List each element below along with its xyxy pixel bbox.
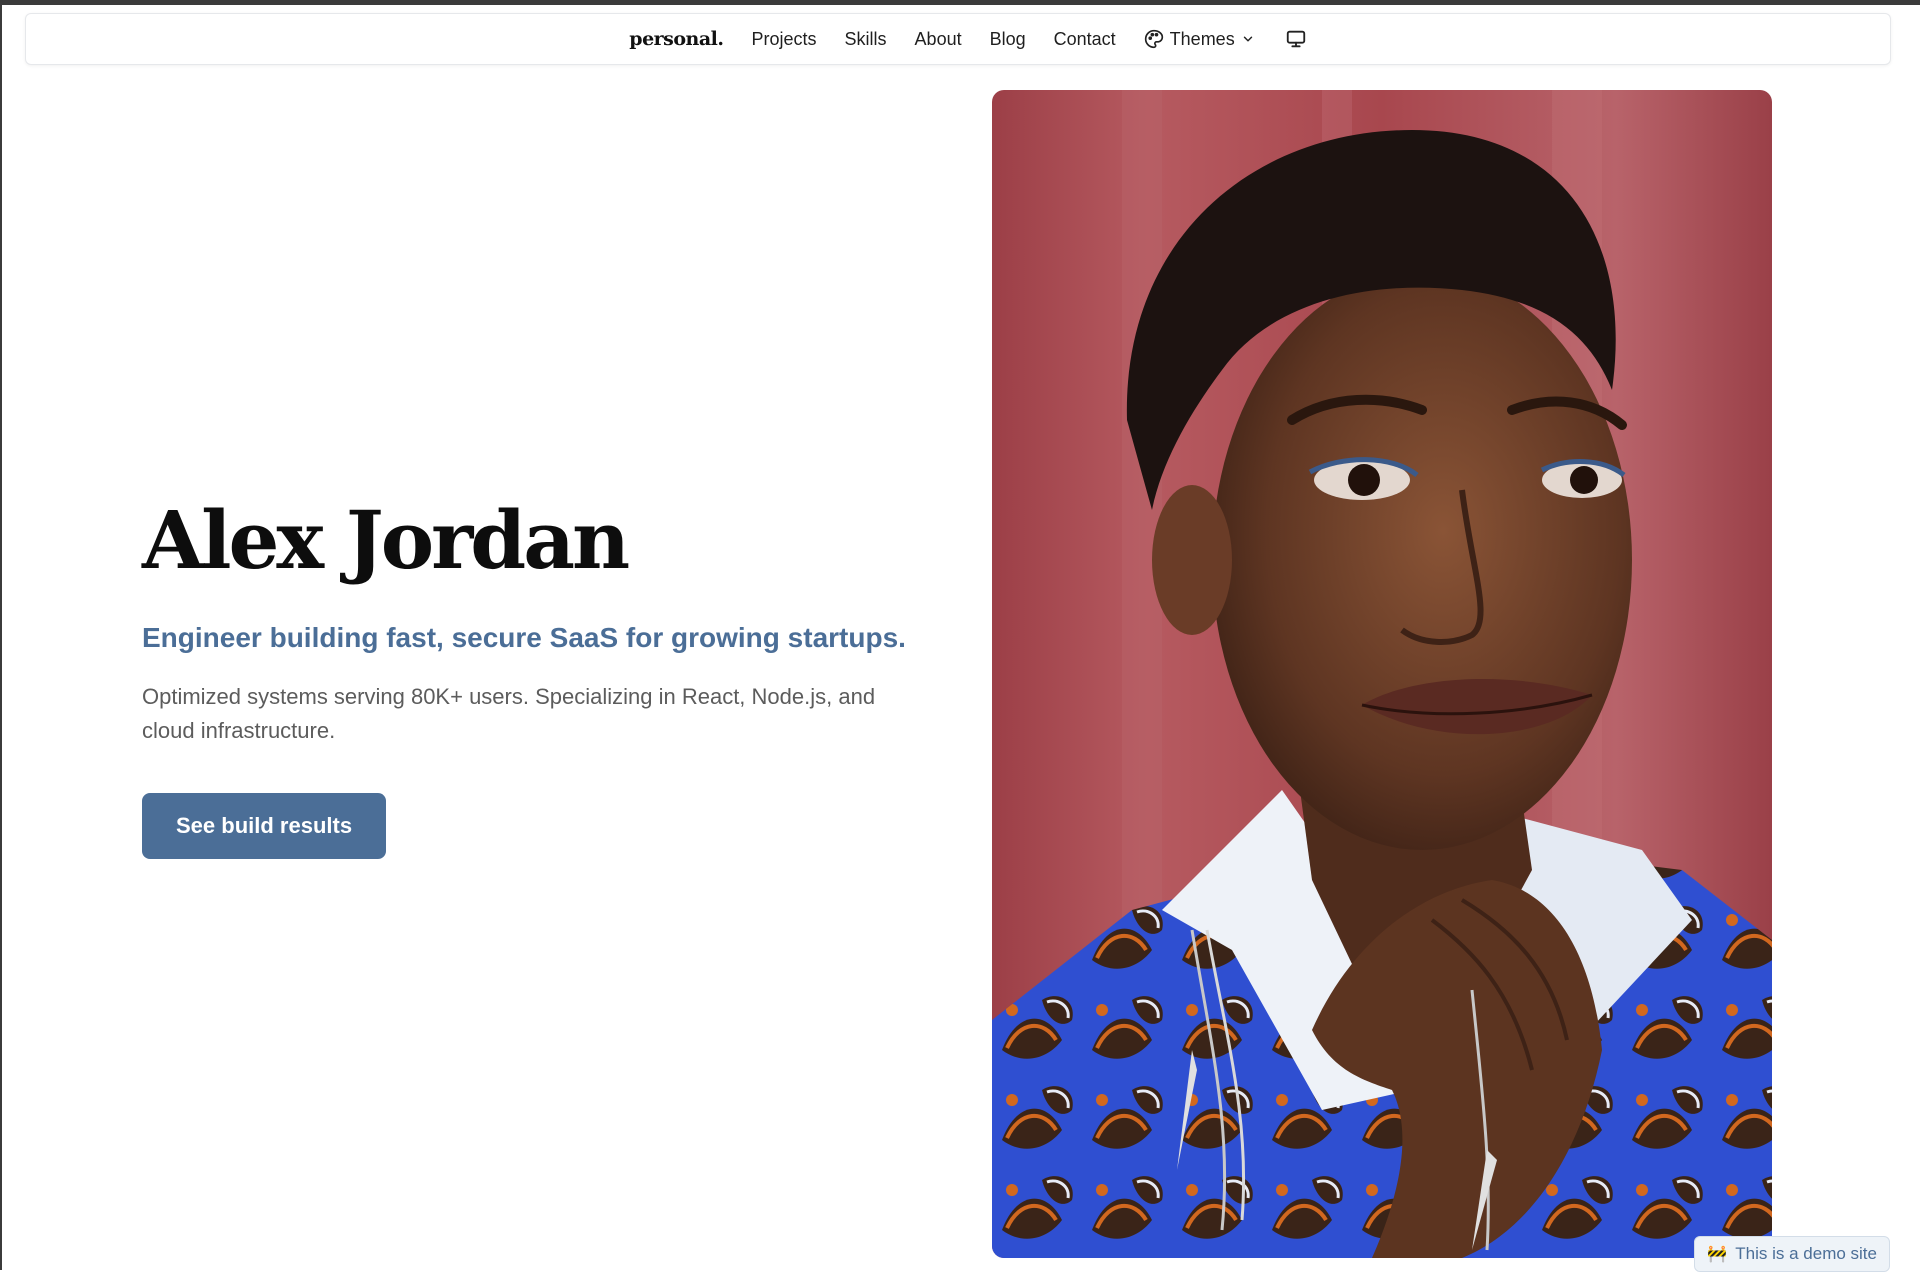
themes-label: Themes	[1169, 28, 1235, 49]
nav-link-contact[interactable]: Contact	[1054, 29, 1116, 50]
chevron-down-icon	[1241, 32, 1255, 46]
hero-section: Alex Jordan Engineer building fast, secu…	[142, 490, 922, 859]
nav-link-skills[interactable]: Skills	[845, 29, 887, 50]
window-left-border	[0, 0, 2, 1270]
demo-site-badge[interactable]: 🚧 This is a demo site	[1694, 1236, 1890, 1272]
hero-description: Optimized systems serving 80K+ users. Sp…	[142, 684, 876, 743]
monitor-icon[interactable]	[1285, 28, 1307, 50]
palette-icon	[1144, 29, 1164, 49]
navbar: personal. Projects Skills About Blog Con…	[25, 13, 1891, 65]
brand-logo[interactable]: personal.	[629, 28, 724, 50]
nav-link-projects[interactable]: Projects	[752, 29, 817, 50]
hero-name: Alex Jordan	[142, 493, 630, 587]
themes-dropdown[interactable]: Themes	[1144, 29, 1255, 50]
window-top-border	[0, 0, 1920, 5]
construction-icon: 🚧	[1707, 1246, 1728, 1263]
portrait-photo	[992, 90, 1772, 1258]
nav-link-blog[interactable]: Blog	[990, 29, 1026, 50]
demo-site-text: This is a demo site	[1735, 1244, 1877, 1263]
hero-tagline: Engineer building fast, secure SaaS for …	[142, 622, 906, 653]
see-build-results-button[interactable]: See build results	[142, 793, 387, 859]
nav-items: personal. Projects Skills About Blog Con…	[629, 28, 1306, 50]
nav-link-about[interactable]: About	[915, 29, 962, 50]
